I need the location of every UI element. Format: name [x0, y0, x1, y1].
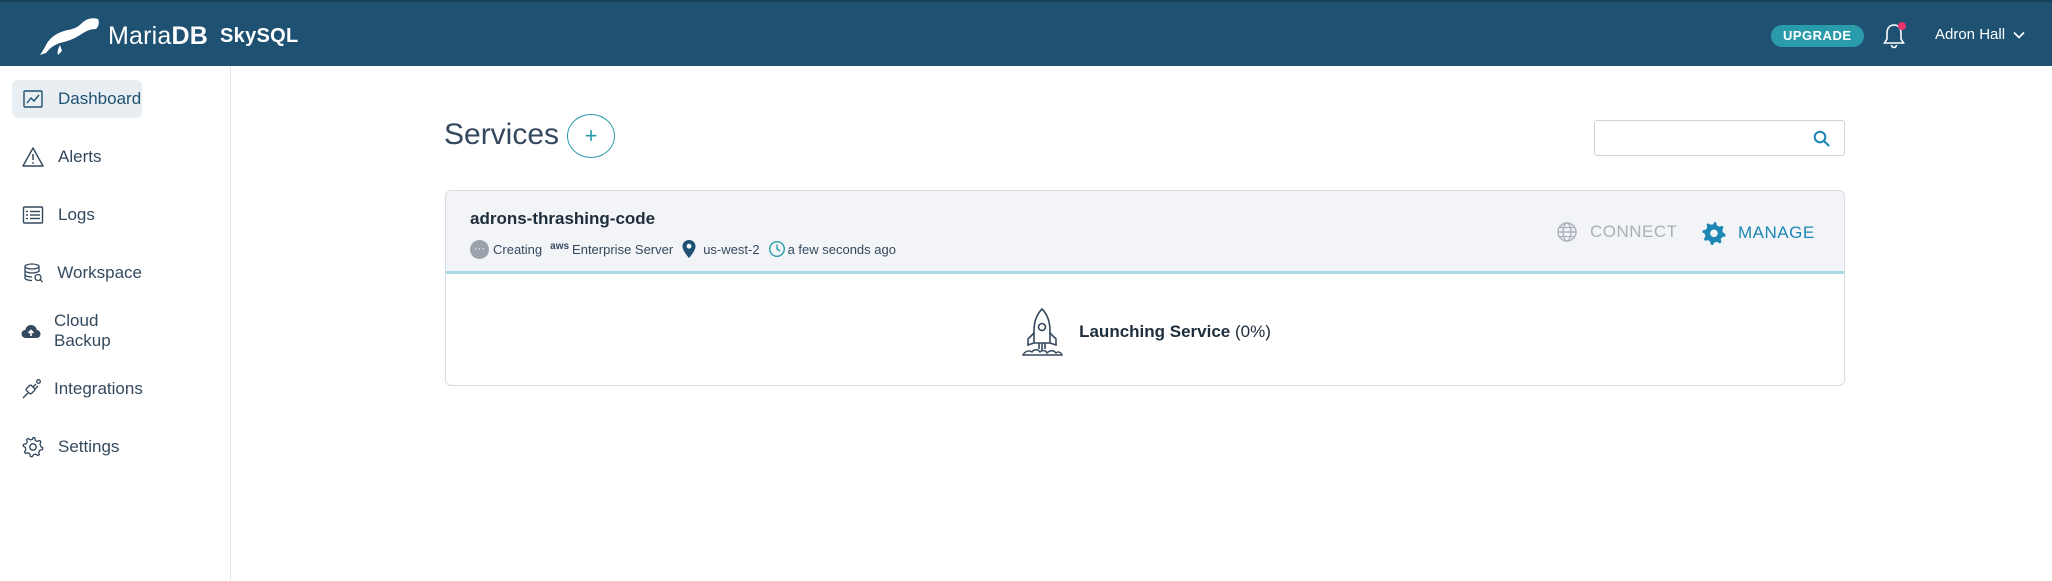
cloud-backup-icon: [20, 318, 42, 344]
region-text: us-west-2: [703, 241, 760, 257]
sidebar-item-label: Dashboard: [58, 89, 142, 108]
sidebar-item-label: Integrations: [54, 379, 143, 398]
user-name: Adron Hall: [1935, 26, 2006, 43]
logo-product: SkySQL: [220, 24, 299, 47]
chevron-down-icon: [2013, 31, 2025, 39]
sidebar-item-cloud-backup[interactable]: Cloud Backup: [12, 311, 142, 350]
page-title: Services: [444, 118, 560, 151]
alert-icon: [20, 144, 46, 170]
service-card-header: adrons-thrashing-code ··· Creating aws E…: [446, 191, 1844, 274]
search-input[interactable]: [1603, 123, 1813, 153]
user-menu[interactable]: Adron Hall: [1935, 26, 2025, 43]
status-text: Creating: [493, 241, 543, 257]
rocket-icon: [1021, 307, 1064, 356]
globe-icon: [1557, 222, 1577, 242]
logo-brand-text: Maria: [108, 21, 172, 50]
upgrade-button[interactable]: UPGRADE: [1771, 25, 1864, 47]
manage-label: MANAGE: [1738, 223, 1815, 242]
manage-button[interactable]: MANAGE: [1702, 221, 1815, 245]
seal-logo-icon: [40, 18, 99, 55]
sidebar-item-label: Cloud Backup: [54, 311, 111, 350]
clock-icon: [768, 240, 785, 258]
gear-icon: [20, 434, 46, 460]
location-pin-icon: [682, 240, 696, 258]
service-card: adrons-thrashing-code ··· Creating aws E…: [445, 190, 1845, 386]
service-name[interactable]: adrons-thrashing-code: [470, 209, 655, 229]
logo-wordmark: MariaDB: [108, 22, 208, 51]
sidebar-item-label: Settings: [58, 437, 120, 456]
sidebar: Dashboard Alerts Logs Workspace Cloud Ba…: [0, 66, 231, 581]
workspace-icon: [20, 260, 45, 286]
launch-progress: (0%): [1235, 322, 1271, 341]
product-text: Enterprise Server: [572, 241, 674, 257]
aws-logo-icon: aws: [550, 240, 570, 252]
launch-label: Launching Service: [1079, 322, 1231, 341]
integrations-icon: [20, 376, 42, 402]
launch-text: Launching Service (0%): [1079, 322, 1271, 342]
sidebar-item-logs[interactable]: Logs: [12, 196, 142, 234]
search-box: [1594, 120, 1845, 156]
status-badge: ··· Creating: [470, 239, 543, 259]
sidebar-item-label: Logs: [58, 205, 95, 224]
launch-status: Launching Service (0%): [446, 277, 1844, 385]
mariadb-logo[interactable]: MariaDB SkySQL: [40, 14, 299, 58]
sidebar-item-alerts[interactable]: Alerts: [12, 138, 142, 176]
status-pending-icon: ···: [470, 239, 489, 259]
connect-button[interactable]: CONNECT: [1556, 221, 1678, 243]
sidebar-item-settings[interactable]: Settings: [12, 428, 142, 466]
top-bar: MariaDB SkySQL UPGRADE Adron Hall: [0, 0, 2052, 66]
sidebar-item-label: Workspace: [57, 263, 142, 282]
service-meta: ··· Creating aws Enterprise Server us-we…: [470, 239, 904, 259]
add-service-button[interactable]: +: [567, 114, 615, 158]
provider-product: aws Enterprise Server: [550, 240, 674, 257]
sidebar-item-dashboard[interactable]: Dashboard: [12, 80, 142, 118]
logs-icon: [20, 202, 46, 228]
sidebar-item-workspace[interactable]: Workspace: [12, 254, 142, 292]
notification-badge: [1898, 22, 1906, 30]
gear-icon: [1702, 222, 1726, 245]
created-text: a few seconds ago: [787, 241, 896, 257]
connect-label: CONNECT: [1590, 222, 1678, 241]
logo-brand-suffix: DB: [171, 21, 209, 50]
search-icon[interactable]: [1813, 130, 1830, 147]
region: us-west-2: [681, 239, 760, 259]
sidebar-item-integrations[interactable]: Integrations: [12, 370, 143, 408]
created-time: a few seconds ago: [768, 240, 896, 258]
dashboard-icon: [20, 86, 46, 112]
sidebar-item-label: Alerts: [58, 147, 102, 166]
